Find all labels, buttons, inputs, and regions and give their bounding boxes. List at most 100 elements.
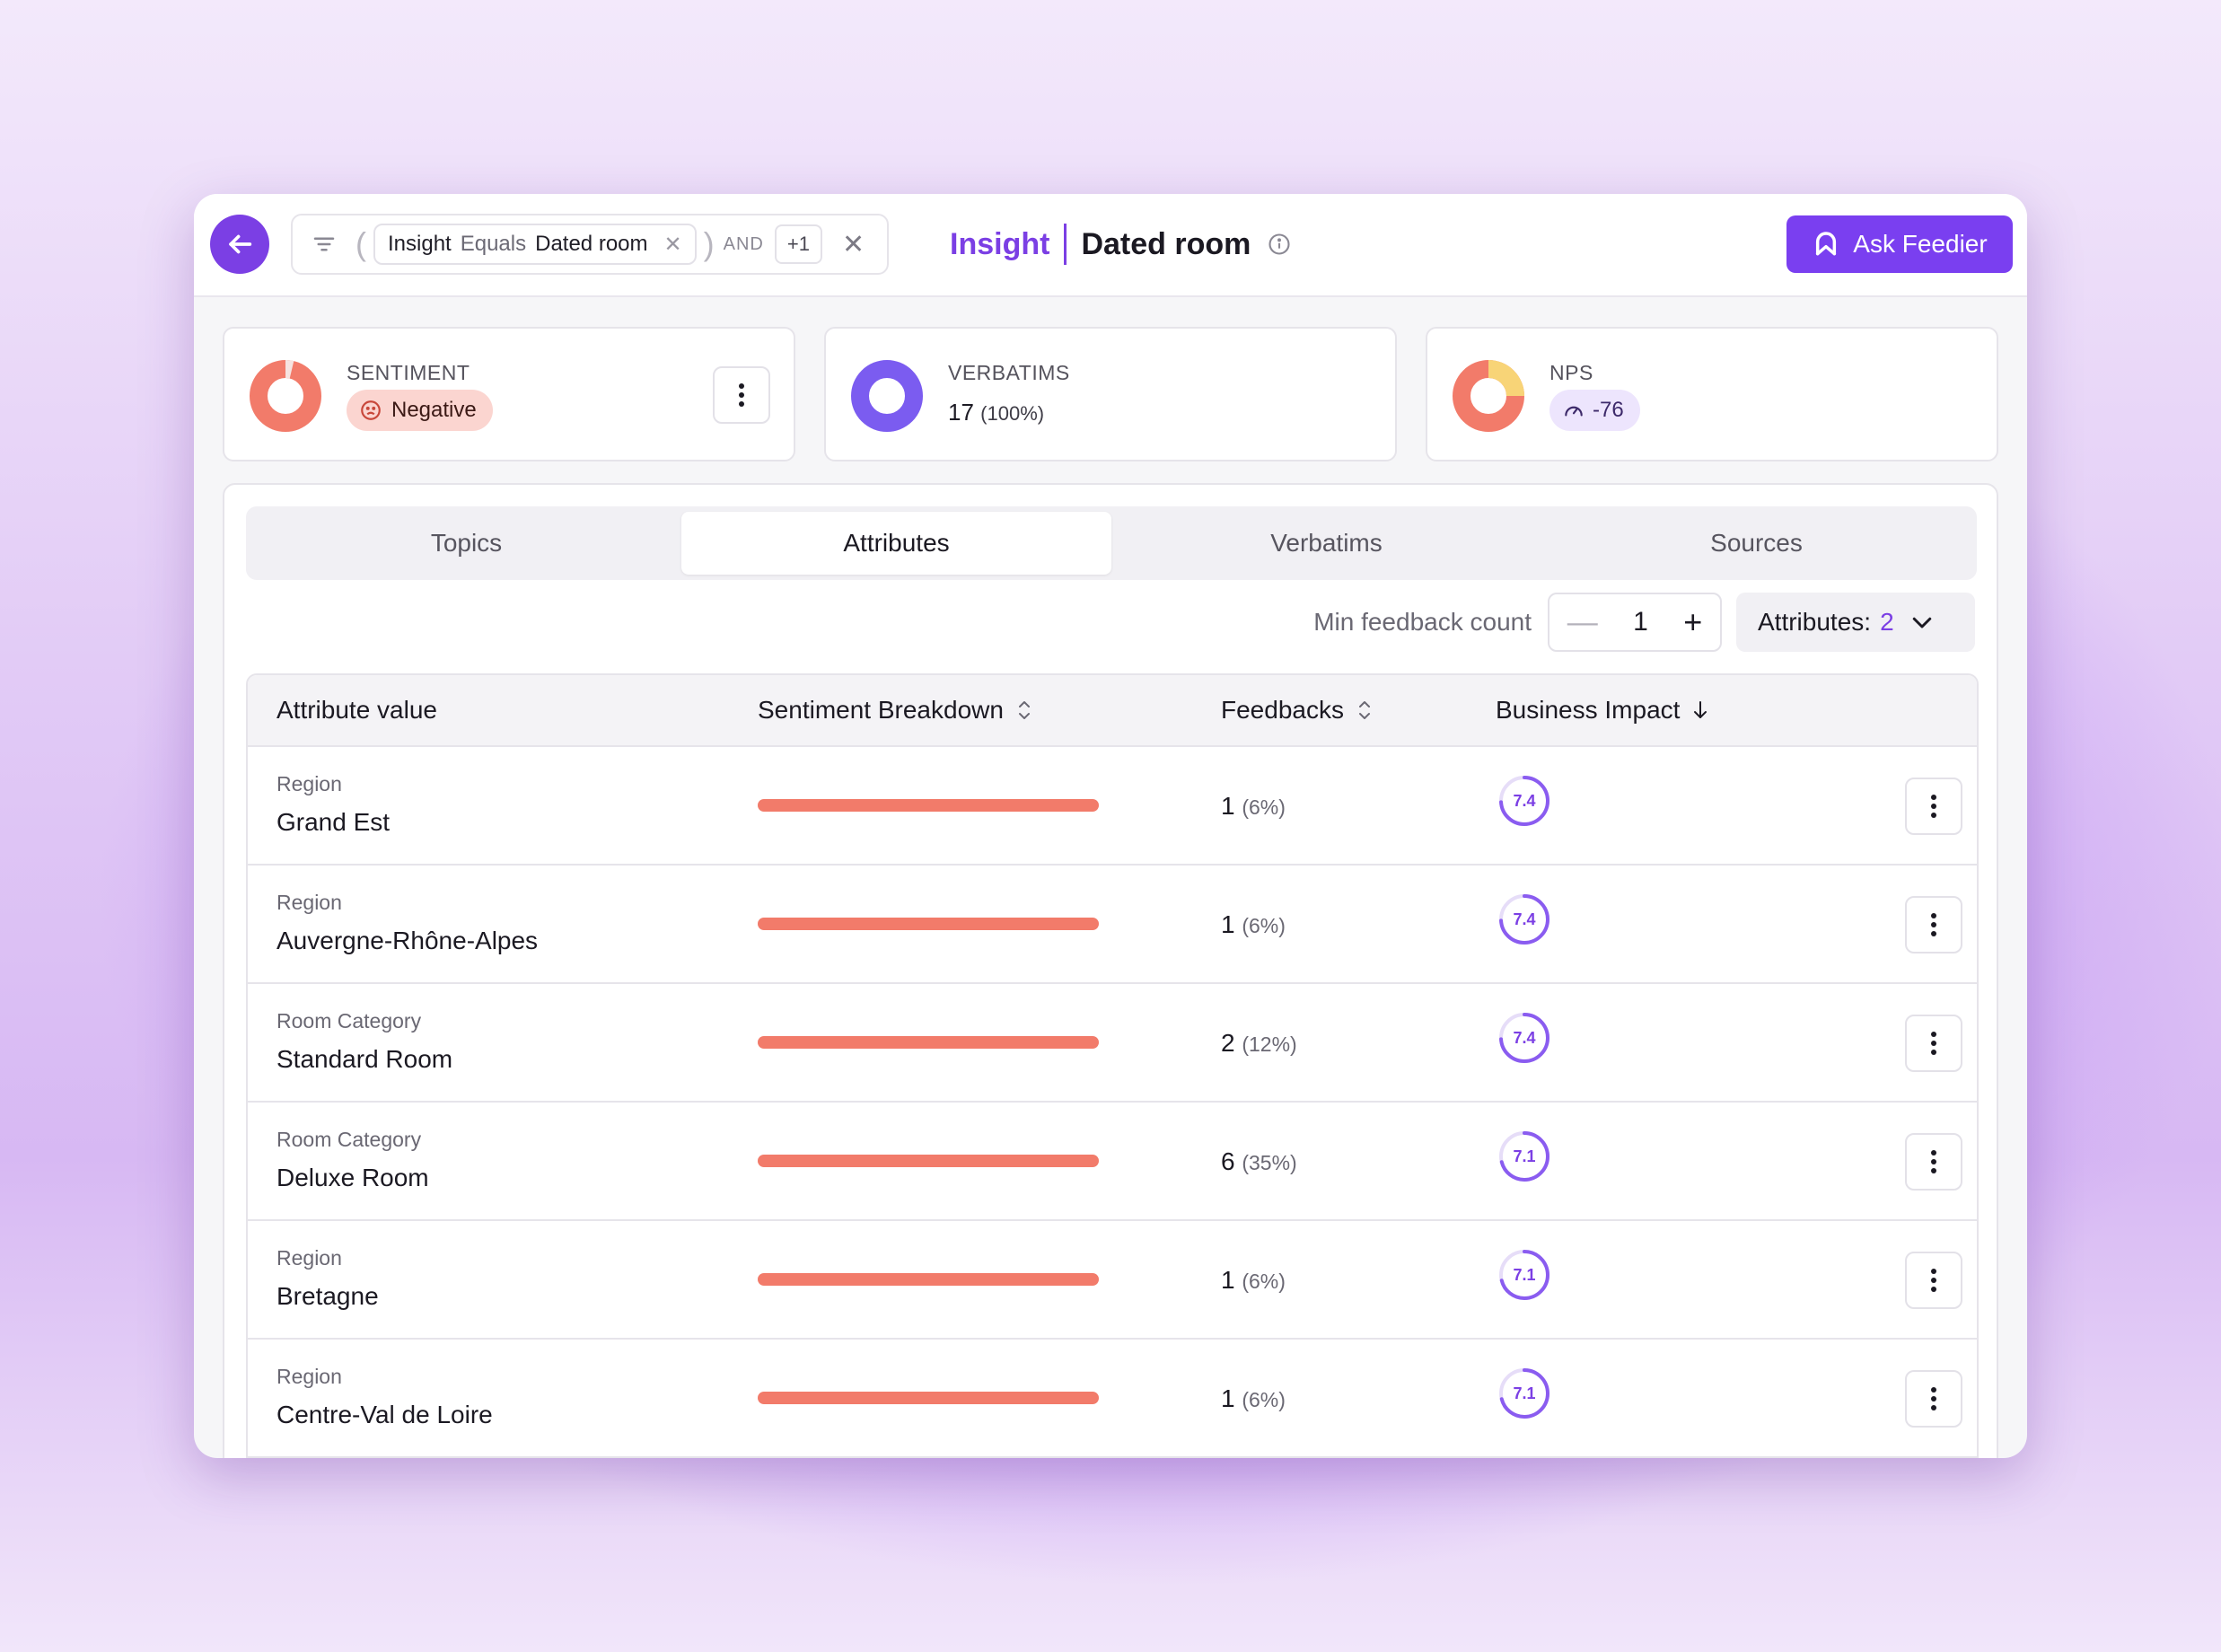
row-menu-button[interactable] xyxy=(1905,1370,1962,1428)
nps-card: NPS -76 xyxy=(1426,327,1998,461)
filter-bar[interactable]: ( Insight Equals Dated room ✕ ) AND +1 ✕ xyxy=(291,214,889,275)
sentiment-bar xyxy=(758,1273,1099,1286)
feedback-count: 1 (6%) xyxy=(1221,792,1286,821)
breadcrumb: Insight Dated room xyxy=(950,217,1292,271)
kebab-icon xyxy=(1931,1150,1936,1173)
min-feedback-label: Min feedback count xyxy=(1313,608,1532,636)
more-filters-chip[interactable]: +1 xyxy=(774,224,822,264)
verbatims-value: 17 (100%) xyxy=(948,399,1044,426)
row-menu-button[interactable] xyxy=(1905,1252,1962,1309)
ask-feedier-label: Ask Feedier xyxy=(1853,230,1988,258)
sentiment-card: SENTIMENT Negative xyxy=(223,327,795,461)
impact-score: 7.1 xyxy=(1513,1265,1536,1284)
kebab-icon xyxy=(1931,1387,1936,1410)
filter-conjunction: AND xyxy=(723,233,764,254)
nps-badge: -76 xyxy=(1549,390,1640,431)
feedback-count-value: 2 xyxy=(1221,1029,1235,1057)
verbatims-card: VERBATIMS 17 (100%) xyxy=(824,327,1397,461)
feedback-count: 1 (6%) xyxy=(1221,910,1286,939)
decrement-button[interactable]: — xyxy=(1567,605,1598,640)
feedback-count: 2 (12%) xyxy=(1221,1029,1297,1058)
close-icon[interactable]: ✕ xyxy=(664,232,682,258)
min-feedback-stepper[interactable]: — 1 + xyxy=(1548,593,1722,652)
feedier-logo-icon xyxy=(1816,232,1837,256)
verbatims-donut xyxy=(851,360,923,432)
attribute-type: Room Category xyxy=(277,1009,422,1032)
ask-feedier-button[interactable]: Ask Feedier xyxy=(1786,215,2013,273)
filter-icon[interactable] xyxy=(293,231,356,258)
header-sentiment-label: Sentiment Breakdown xyxy=(758,696,1004,724)
gauge-icon xyxy=(1565,406,1583,417)
attribute-value: Deluxe Room xyxy=(277,1164,429,1191)
info-icon[interactable] xyxy=(1267,232,1292,257)
attribute-value: Standard Room xyxy=(277,1045,453,1073)
verbatims-pct: (100%) xyxy=(980,402,1045,425)
kebab-icon xyxy=(739,383,744,407)
clear-filters-icon[interactable]: ✕ xyxy=(842,229,865,260)
increment-button[interactable]: + xyxy=(1683,603,1702,641)
header-business-impact[interactable]: Business Impact xyxy=(1496,696,1710,725)
row-menu-button[interactable] xyxy=(1905,896,1962,953)
kebab-icon xyxy=(1931,1032,1936,1055)
table-row[interactable]: Region Grand Est 1 (6%) 7.4 xyxy=(248,747,1977,866)
row-menu-button[interactable] xyxy=(1905,778,1962,835)
attributes-dropdown[interactable]: Attributes: 2 xyxy=(1736,593,1975,652)
table-header: Attribute value Sentiment Breakdown Feed… xyxy=(248,675,1977,747)
sort-icon xyxy=(1018,701,1030,719)
sentiment-bar xyxy=(758,799,1099,812)
frown-icon xyxy=(361,400,381,420)
breadcrumb-divider xyxy=(1064,224,1067,265)
table-row[interactable]: Region Centre-Val de Loire 1 (6%) 7.1 xyxy=(248,1340,1977,1458)
tab-bar: Topics Attributes Verbatims Sources xyxy=(246,506,1977,580)
header-impact-label: Business Impact xyxy=(1496,696,1681,724)
impact-score: 7.4 xyxy=(1513,791,1536,810)
feedback-count-value: 1 xyxy=(1221,1266,1235,1294)
tab-topics[interactable]: Topics xyxy=(251,512,681,575)
feedback-count-value: 1 xyxy=(1221,1384,1235,1412)
sentiment-menu-button[interactable] xyxy=(713,366,770,424)
feedback-count: 1 (6%) xyxy=(1221,1266,1286,1295)
sentiment-badge: Negative xyxy=(347,390,493,431)
table-row[interactable]: Room Category Standard Room 2 (12%) 7.4 xyxy=(248,984,1977,1103)
sentiment-donut xyxy=(250,360,321,432)
close-paren: ) xyxy=(703,225,715,262)
app-window: ( Insight Equals Dated room ✕ ) AND +1 ✕… xyxy=(194,194,2027,1458)
sentiment-bar xyxy=(758,1392,1099,1404)
filter-chip[interactable]: Insight Equals Dated room ✕ xyxy=(373,224,697,265)
feedback-count-value: 1 xyxy=(1221,792,1235,820)
tab-verbatims[interactable]: Verbatims xyxy=(1111,512,1541,575)
header-feedbacks[interactable]: Feedbacks xyxy=(1221,696,1374,725)
verbatims-count: 17 xyxy=(948,399,974,426)
tab-sources[interactable]: Sources xyxy=(1541,512,1971,575)
page-title: Dated room xyxy=(1081,226,1251,261)
feedback-count-pct: (6%) xyxy=(1242,795,1286,819)
breadcrumb-section[interactable]: Insight xyxy=(950,227,1049,262)
header-sentiment-breakdown[interactable]: Sentiment Breakdown xyxy=(758,696,1034,725)
back-button[interactable] xyxy=(210,215,269,274)
feedback-count: 6 (35%) xyxy=(1221,1147,1297,1176)
row-menu-button[interactable] xyxy=(1905,1015,1962,1072)
feedback-count: 1 (6%) xyxy=(1221,1384,1286,1413)
table-row[interactable]: Region Auvergne-Rhône-Alpes 1 (6%) 7.4 xyxy=(248,866,1977,984)
impact-score: 7.1 xyxy=(1513,1147,1536,1165)
attribute-type: Room Category xyxy=(277,1128,422,1151)
table-row[interactable]: Room Category Deluxe Room 6 (35%) 7.1 xyxy=(248,1103,1977,1221)
feedback-count-value: 6 xyxy=(1221,1147,1235,1175)
sentiment-bar xyxy=(758,1036,1099,1049)
tab-attributes[interactable]: Attributes xyxy=(681,512,1111,575)
attribute-value: Auvergne-Rhône-Alpes xyxy=(277,927,539,954)
feedback-count-pct: (12%) xyxy=(1242,1032,1297,1056)
attribute-value: Bretagne xyxy=(277,1282,379,1310)
min-feedback-value[interactable]: 1 xyxy=(1633,607,1648,637)
attribute-type: Region xyxy=(277,1365,342,1388)
filter-value: Dated room xyxy=(535,232,648,256)
feedback-count-pct: (6%) xyxy=(1242,1270,1286,1293)
kebab-icon xyxy=(1931,795,1936,818)
table-row[interactable]: Region Bretagne 1 (6%) 7.1 xyxy=(248,1221,1977,1340)
kebab-icon xyxy=(1931,1269,1936,1292)
attribute-type: Region xyxy=(277,891,342,914)
impact-score: 7.4 xyxy=(1513,1028,1536,1047)
kebab-icon xyxy=(1931,913,1936,936)
attribute-value: Centre-Val de Loire xyxy=(277,1401,493,1428)
row-menu-button[interactable] xyxy=(1905,1133,1962,1191)
